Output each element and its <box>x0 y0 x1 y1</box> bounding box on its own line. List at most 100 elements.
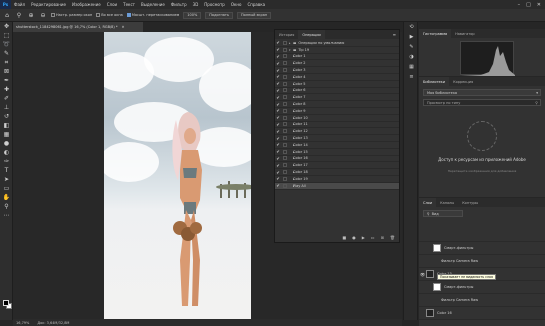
brush-tool-icon[interactable]: ✐ <box>0 94 13 103</box>
menu-view[interactable]: Просмотр <box>201 2 228 7</box>
action-item[interactable]: ✔ ▸ Color 4 <box>275 74 399 81</box>
zoom-tool-sidebar-icon[interactable]: ⚲ <box>0 202 13 211</box>
all-windows-checkbox[interactable]: Во все окна <box>96 13 123 17</box>
layer-smart-filters[interactable]: Смарт-фильтры <box>419 242 545 255</box>
menu-3d[interactable]: 3D <box>190 2 202 7</box>
menu-layers[interactable]: Слои <box>104 2 120 7</box>
swatches-panel-icon[interactable]: ▦ <box>404 62 419 72</box>
zoom-out-icon[interactable]: ⊖ <box>39 11 47 19</box>
action-item[interactable]: ✔ ▸ Color 3 <box>275 67 399 74</box>
play-icon[interactable]: ▶ <box>362 235 365 240</box>
type-tool-icon[interactable]: T <box>0 166 13 175</box>
eyedropper-tool-icon[interactable]: ✒ <box>0 76 13 85</box>
close-document-icon[interactable]: ✕ <box>122 25 125 29</box>
tab-libraries[interactable]: Библиотеки <box>419 77 450 86</box>
dodge-tool-icon[interactable]: ◐ <box>0 148 13 157</box>
healing-tool-icon[interactable]: ✚ <box>0 85 13 94</box>
action-item[interactable]: ✔ ▸ Color 1 <box>275 54 399 61</box>
action-item[interactable]: ✔ ▸ Color 5 <box>275 81 399 88</box>
library-dropdown[interactable]: Моя библиотека ▾ <box>423 89 541 96</box>
scrubby-zoom-checkbox[interactable]: Масшт. перетаскиванием <box>126 13 179 17</box>
tab-histogram[interactable]: Гистограмма <box>419 29 452 38</box>
fill-screen-button[interactable]: Полный экран <box>237 11 272 19</box>
action-item[interactable]: ✔ ▸ Color 8 <box>275 101 399 108</box>
action-item[interactable]: ✔ ▸ Color 11 <box>275 122 399 129</box>
eye-icon[interactable]: 👁 <box>419 272 426 277</box>
hand-tool-icon[interactable]: ✋ <box>0 193 13 202</box>
action-item[interactable]: ✔ ▸ Color 12 <box>275 128 399 136</box>
layer-smart-filters[interactable]: Смарт-фильтры <box>419 281 545 294</box>
panel-menu-icon[interactable]: ≡ <box>393 32 399 37</box>
new-set-icon[interactable]: ▭ <box>371 235 375 240</box>
path-select-icon[interactable]: ➤ <box>0 175 13 184</box>
layer-camera-raw[interactable]: Фильтр Camera Raw <box>419 255 545 268</box>
tab-channels[interactable]: Каналы <box>436 198 458 207</box>
gradient-tool-icon[interactable]: ▦ <box>0 130 13 139</box>
trash-icon[interactable]: 🗑 <box>390 235 395 240</box>
frame-tool-icon[interactable]: ⊠ <box>0 67 13 76</box>
lasso-tool-icon[interactable]: ➰ <box>0 40 13 49</box>
action-item[interactable]: ✔ ▸ Color 10 <box>275 115 399 122</box>
actions-panel-icon[interactable]: ▶ <box>404 32 419 42</box>
eraser-tool-icon[interactable]: ◧ <box>0 121 13 130</box>
action-item[interactable]: ✔ ▸ Color 17 <box>275 162 399 170</box>
blur-tool-icon[interactable]: ● <box>0 139 13 148</box>
close-icon[interactable]: ✕ <box>537 2 541 8</box>
menu-image[interactable]: Изображение <box>69 2 104 7</box>
home-icon[interactable]: ⌂ <box>3 11 11 19</box>
move-tool-icon[interactable]: ✥ <box>0 22 13 31</box>
minimize-icon[interactable]: – <box>518 2 521 8</box>
action-item[interactable]: ✔ ▸ Color 16 <box>275 156 399 163</box>
menu-window[interactable]: Окно <box>228 2 245 7</box>
action-item[interactable]: ✔ ▸ Color 14 <box>275 142 399 149</box>
quick-select-tool-icon[interactable]: ✎ <box>0 49 13 58</box>
action-item-selected[interactable]: ✔ ▸ Play All <box>275 182 399 190</box>
action-item[interactable]: ✔ ▸ Color 6 <box>275 88 399 95</box>
layer-color-16[interactable]: Color 16 <box>419 307 545 320</box>
new-action-icon[interactable]: ⊞ <box>381 235 384 240</box>
record-icon[interactable]: ● <box>352 235 356 240</box>
fit-screen-button[interactable]: Подогнать <box>205 11 234 19</box>
zoom-tool-icon[interactable]: ⚲ <box>15 11 23 19</box>
history-brush-icon[interactable]: ↺ <box>0 112 13 121</box>
tab-actions[interactable]: Операции <box>298 30 325 39</box>
tab-paths[interactable]: Контуры <box>458 198 482 207</box>
stamp-tool-icon[interactable]: ⊥ <box>0 103 13 112</box>
zoom-readout[interactable]: 16,79% <box>16 321 29 325</box>
document-image[interactable] <box>104 32 251 319</box>
action-item[interactable]: ✔ ▸ Color 15 <box>275 149 399 156</box>
crop-tool-icon[interactable]: ⌗ <box>0 58 13 67</box>
layer-camera-raw[interactable]: Фильтр Camera Raw <box>419 294 545 307</box>
action-item[interactable]: ✔ ▸ Color 2 <box>275 60 399 68</box>
action-item[interactable]: ✔ ▸ Color 13 <box>275 135 399 142</box>
tab-adjustments[interactable]: Коррекция <box>449 77 477 86</box>
menu-edit[interactable]: Редактирование <box>28 2 69 7</box>
zoom-100-button[interactable]: 100% <box>183 11 202 19</box>
stop-icon[interactable]: ■ <box>342 235 346 240</box>
pen-tool-icon[interactable]: ✑ <box>0 157 13 166</box>
shape-tool-icon[interactable]: ▭ <box>0 184 13 193</box>
properties-panel-icon[interactable]: ≡ <box>404 72 419 82</box>
zoom-in-icon[interactable]: ⊕ <box>27 11 35 19</box>
action-item[interactable]: ✔ ▸ Color 9 <box>275 108 399 115</box>
color-panel-icon[interactable]: ◑ <box>404 52 419 62</box>
brush-settings-icon[interactable]: ✎ <box>404 42 419 52</box>
layer-filter-dropdown[interactable]: ⚲ Вид <box>423 210 463 217</box>
menu-file[interactable]: Файл <box>11 2 28 7</box>
menu-help[interactable]: Справка <box>244 2 268 7</box>
tab-layers[interactable]: Слои <box>419 198 437 207</box>
action-item[interactable]: ✔ ▸ Color 18 <box>275 169 399 176</box>
tab-navigator[interactable]: Навигатор <box>451 29 479 38</box>
marquee-tool-icon[interactable]: ⬚ <box>0 31 13 40</box>
menu-text[interactable]: Текст <box>120 2 138 7</box>
resize-windows-checkbox[interactable]: Настр. размер окон <box>51 13 92 17</box>
menu-select[interactable]: Выделение <box>138 2 168 7</box>
action-item[interactable]: ✔ ▸ Color 19 <box>275 176 399 183</box>
action-set-tip[interactable]: ✔ ▾ ▬ Tip 19 <box>275 47 399 54</box>
action-set-default[interactable]: ✔ ▸ ▬ Операции по умолчанию <box>275 40 399 47</box>
more-tools-icon[interactable]: ⋯ <box>0 211 13 220</box>
maximize-icon[interactable]: □ <box>526 2 531 8</box>
document-tab[interactable]: shutterstock_1184298061.jpg @ 16,7% (Col… <box>13 22 143 32</box>
menu-filter[interactable]: Фильтр <box>168 2 190 7</box>
tab-history[interactable]: История <box>275 30 298 39</box>
